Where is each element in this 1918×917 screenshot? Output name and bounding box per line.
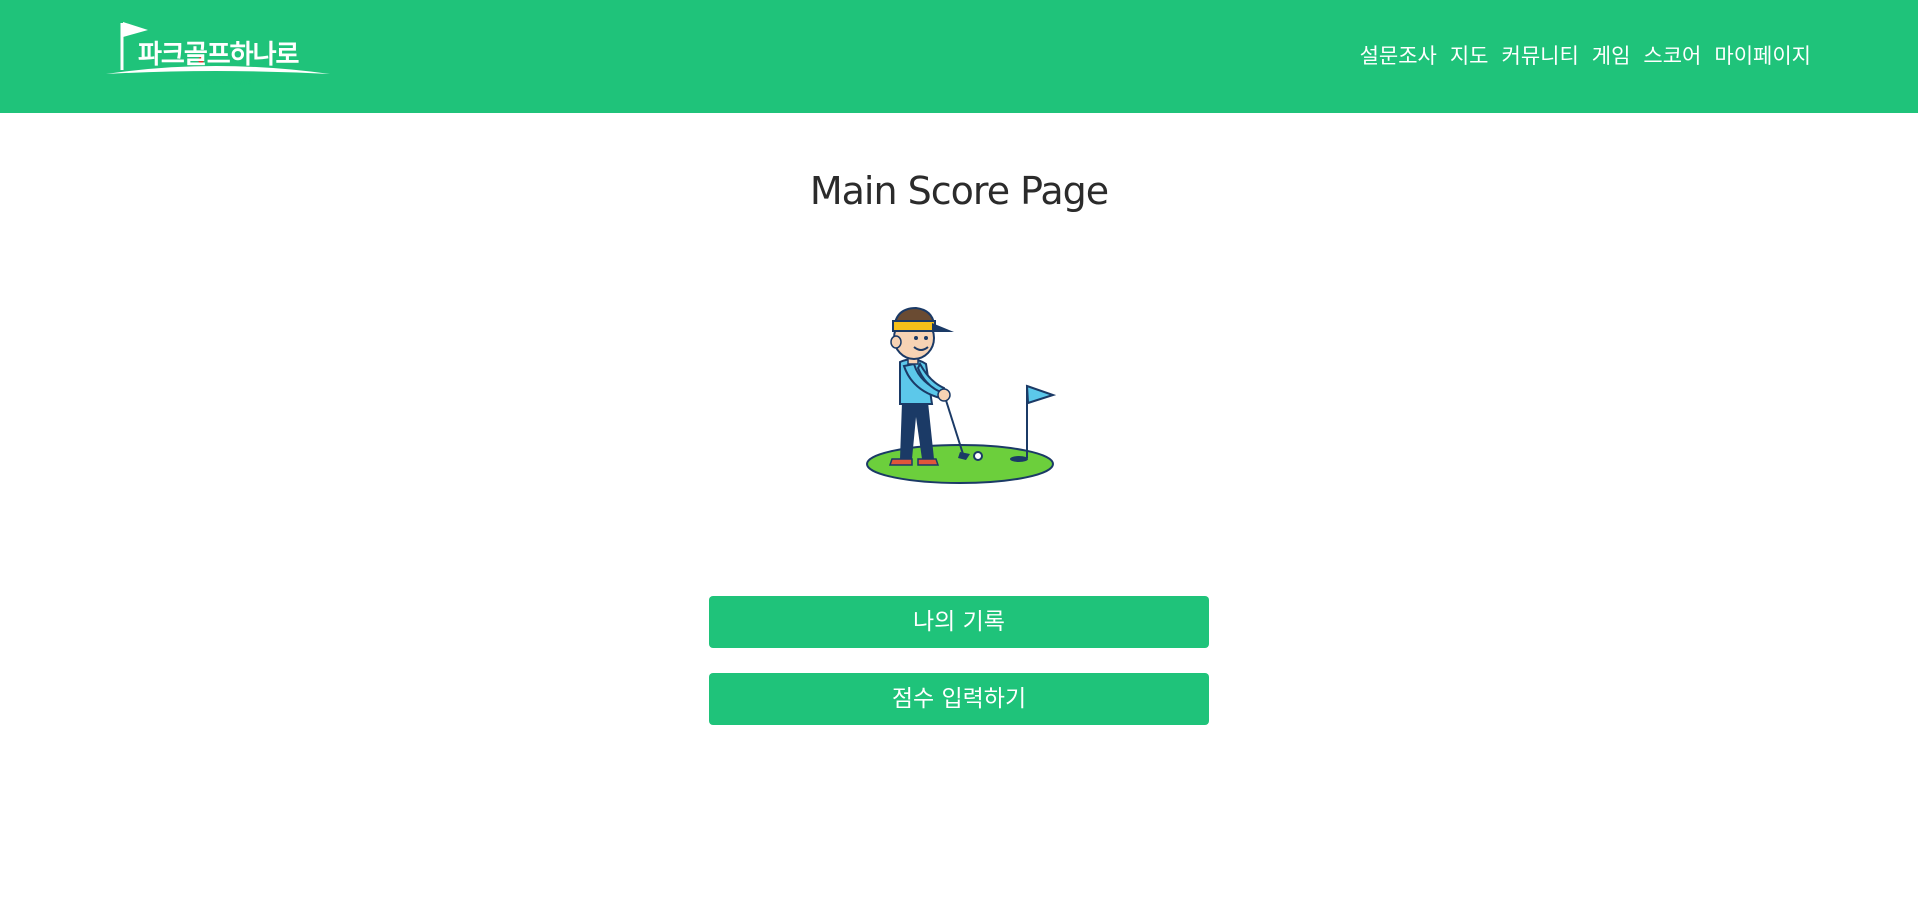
top-header: 파크골프하나로 PARKGOLFONE 설문조사 지도 커뮤니티 게임 스코어 … [0, 0, 1918, 113]
golfer-illustration [864, 302, 1057, 486]
page-title: Main Score Page [809, 169, 1109, 213]
nav-item-community[interactable]: 커뮤니티 [1502, 41, 1579, 71]
nav-item-game[interactable]: 게임 [1592, 41, 1631, 71]
nav-item-survey[interactable]: 설문조사 [1360, 41, 1437, 71]
brand-logo[interactable]: 파크골프하나로 PARKGOLFONE [104, 18, 330, 92]
nav-item-score[interactable]: 스코어 [1643, 41, 1701, 71]
nav-item-map[interactable]: 지도 [1450, 41, 1489, 71]
nav-item-mypage[interactable]: 마이페이지 [1714, 41, 1811, 71]
main-nav: 설문조사 지도 커뮤니티 게임 스코어 마이페이지 [1360, 41, 1811, 71]
my-records-button[interactable]: 나의 기록 [709, 596, 1209, 648]
brand-name: 파크골프하나로 [138, 40, 299, 70]
brand-subtitle: PARKGOLFONE [180, 78, 253, 87]
enter-score-button[interactable]: 점수 입력하기 [709, 673, 1209, 725]
